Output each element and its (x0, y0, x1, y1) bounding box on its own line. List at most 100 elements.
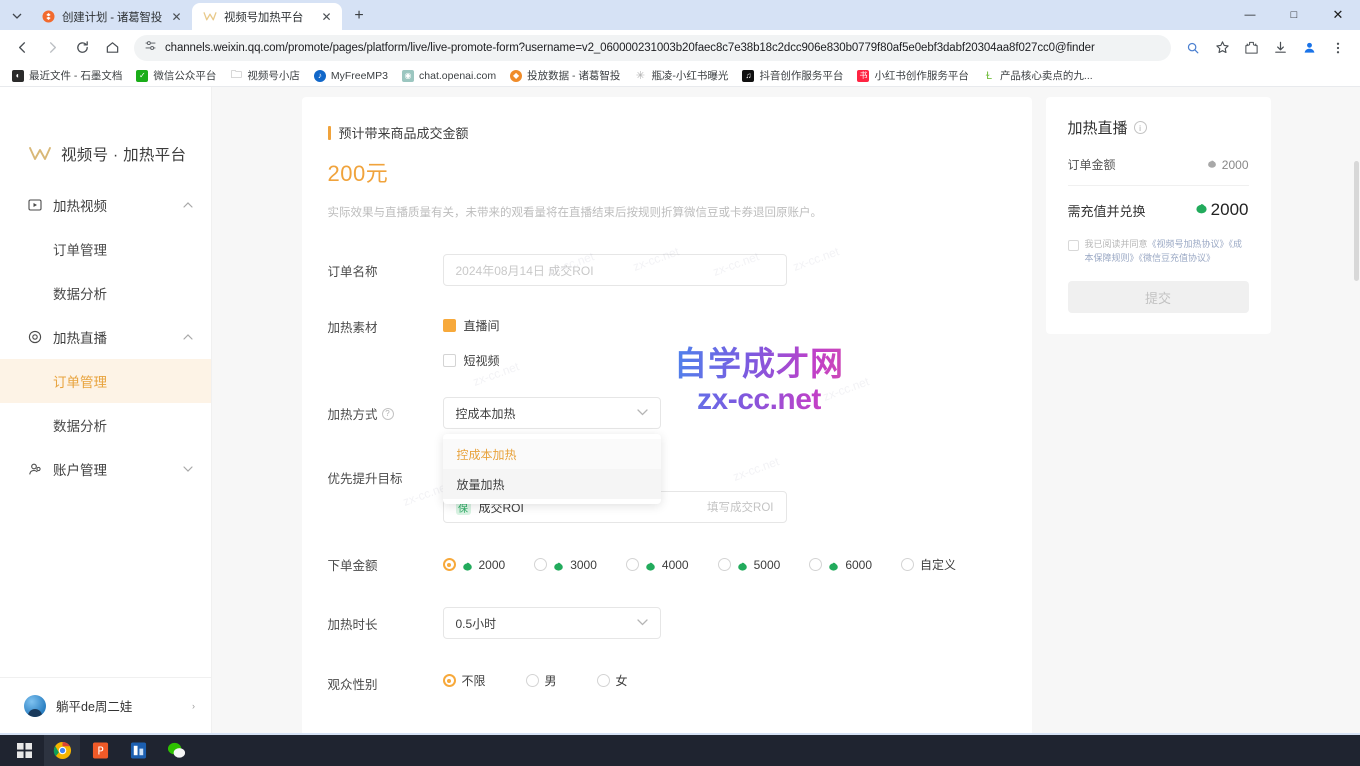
dropdown-option-cost-control[interactable]: 控成本加热 (443, 439, 661, 469)
sidebar-item-live-orders[interactable]: 订单管理 (0, 359, 211, 403)
amount-option-custom[interactable]: 自定义 (901, 556, 956, 573)
checkbox-icon[interactable] (1068, 240, 1079, 251)
forward-icon[interactable] (38, 34, 66, 62)
option-label: 直播间 (464, 317, 500, 334)
tab-search-chevron-icon[interactable] (4, 2, 30, 30)
minimize-button[interactable]: — (1228, 0, 1272, 30)
page-scrollbar[interactable] (1353, 87, 1360, 733)
radio-icon[interactable] (597, 674, 610, 687)
radio-icon[interactable] (526, 674, 539, 687)
material-option-shortvideo[interactable]: 短视频 (443, 350, 1032, 370)
browser-tab[interactable]: 视频号加热平台 ✕ (192, 3, 342, 30)
sidebar-item-video-analytics[interactable]: 数据分析 (0, 271, 211, 315)
windows-start-icon[interactable] (6, 735, 42, 766)
chevron-down-icon[interactable] (637, 618, 648, 629)
bookmark-star-icon[interactable] (1208, 34, 1236, 62)
home-icon[interactable] (98, 34, 126, 62)
back-icon[interactable] (8, 34, 36, 62)
gender-option-male[interactable]: 男 (526, 672, 557, 689)
submit-button[interactable]: 提交 (1068, 281, 1249, 313)
amount-option-2000[interactable]: 2000 (443, 558, 506, 572)
gender-option-any[interactable]: 不限 (443, 672, 486, 689)
address-bar[interactable]: channels.weixin.qq.com/promote/pages/pla… (134, 35, 1171, 61)
chevron-up-icon[interactable] (183, 332, 193, 342)
maximize-button[interactable]: □ (1272, 0, 1316, 30)
summary-title: 加热直播 i (1068, 117, 1249, 138)
field-audience-gender: 观众性别 不限 男 (302, 670, 1032, 693)
order-name-input[interactable]: 2024年08月14日 成交ROI (443, 254, 787, 286)
chevron-up-icon[interactable] (183, 200, 193, 210)
radio-icon[interactable] (626, 558, 639, 571)
question-mark-icon[interactable]: ? (382, 408, 394, 420)
bookmark-item[interactable]: ◉chat.openai.com (396, 68, 502, 84)
pdf-app-icon[interactable]: P (82, 735, 118, 766)
close-icon[interactable]: ✕ (169, 9, 184, 24)
agreement-prefix: 我已阅读并同意 (1085, 239, 1148, 249)
checkbox-checked-icon[interactable] (443, 319, 456, 332)
bookmark-item[interactable]: ♪MyFreeMP3 (308, 68, 394, 84)
radio-icon[interactable] (718, 558, 731, 571)
chevron-down-icon[interactable] (183, 464, 193, 474)
reload-icon[interactable] (68, 34, 96, 62)
sidebar-group-label: 加热视频 (53, 195, 183, 215)
wechat-icon[interactable] (158, 735, 194, 766)
dropdown-option-volume[interactable]: 放量加热 (443, 469, 661, 499)
summary-order-amount-row: 订单金额 2000 (1068, 156, 1249, 186)
info-circle-icon[interactable]: i (1134, 121, 1147, 134)
bookmark-item[interactable]: ✳瓶凌-小红书曝光 (628, 66, 734, 85)
radio-icon[interactable] (809, 558, 822, 571)
sidebar-user[interactable]: 躺平de周二娃 › (0, 677, 211, 733)
extensions-icon[interactable] (1237, 34, 1265, 62)
bookmark-item[interactable]: ◆投放数据 - 诸葛智投 (504, 66, 626, 85)
radio-icon[interactable] (534, 558, 547, 571)
chrome-icon[interactable] (44, 735, 80, 766)
bookmark-item[interactable]: 🗀视频号小店 (224, 66, 306, 85)
sidebar-group-account[interactable]: 账户管理 (0, 447, 211, 491)
bookmark-item[interactable]: 书小红书创作服务平台 (851, 66, 975, 85)
radio-selected-icon[interactable] (443, 674, 456, 687)
window-controls: — □ ✕ (1228, 0, 1360, 30)
checkbox-icon[interactable] (443, 354, 456, 367)
browser-tab[interactable]: 创建计划 - 诸葛智投 ✕ (30, 3, 192, 30)
bookmark-item[interactable]: Ɫ产品核心卖点的九... (977, 66, 1099, 85)
sidebar-item-live-analytics[interactable]: 数据分析 (0, 403, 211, 447)
agreement-link-boost[interactable]: 《视频号加热协议》 (1148, 239, 1229, 249)
summary-title-text: 加热直播 (1068, 117, 1128, 138)
duration-select[interactable]: 0.5小时 (443, 607, 661, 639)
zoom-icon[interactable] (1179, 34, 1207, 62)
sidebar-group-boost-video[interactable]: 加热视频 (0, 183, 211, 227)
profile-icon[interactable] (1295, 34, 1323, 62)
menu-icon[interactable] (1324, 34, 1352, 62)
download-icon[interactable] (1266, 34, 1294, 62)
user-name: 躺平de周二娃 (56, 696, 182, 715)
blue-app-icon[interactable] (120, 735, 156, 766)
chevron-down-icon[interactable] (637, 408, 648, 419)
option-label: 女 (616, 672, 628, 689)
boost-mode-select[interactable]: 控成本加热 (443, 397, 661, 429)
bookmark-item[interactable]: ✓微信公众平台 (130, 66, 222, 85)
sidebar-item-video-orders[interactable]: 订单管理 (0, 227, 211, 271)
material-option-live[interactable]: 直播间 (443, 315, 1032, 335)
amount-option-5000[interactable]: 5000 (718, 558, 781, 572)
boost-mode-dropdown[interactable]: 控成本加热 放量加热 (443, 434, 661, 504)
agreement-link-bean[interactable]: 《微信豆充值协议》 (1139, 253, 1216, 263)
site-settings-icon[interactable] (144, 39, 157, 57)
gender-option-female[interactable]: 女 (597, 672, 628, 689)
chevron-right-icon[interactable]: › (192, 701, 195, 711)
bookmark-item[interactable]: ♫抖音创作服务平台 (736, 66, 849, 85)
bookmark-item[interactable]: ◐最近文件 - 石墨文档 (6, 66, 128, 85)
radio-icon[interactable] (901, 558, 914, 571)
radio-selected-icon[interactable] (443, 558, 456, 571)
scrollbar-thumb[interactable] (1354, 161, 1359, 281)
sidebar-group-boost-live[interactable]: 加热直播 (0, 315, 211, 359)
amount-option-4000[interactable]: 4000 (626, 558, 689, 572)
amount-option-6000[interactable]: 6000 (809, 558, 872, 572)
close-window-button[interactable]: ✕ (1316, 0, 1360, 30)
summary-label: 需充值并兑换 (1068, 201, 1146, 220)
amount-option-3000[interactable]: 3000 (534, 558, 597, 572)
close-icon[interactable]: ✕ (319, 9, 334, 24)
new-tab-button[interactable]: + (346, 3, 372, 29)
agreement-row[interactable]: 我已阅读并同意《视频号加热协议》《成本保障规则》《微信豆充值协议》 (1068, 238, 1249, 265)
leaf-icon: Ɫ (983, 70, 995, 82)
roi-input[interactable]: 填写成交ROI (707, 499, 773, 515)
